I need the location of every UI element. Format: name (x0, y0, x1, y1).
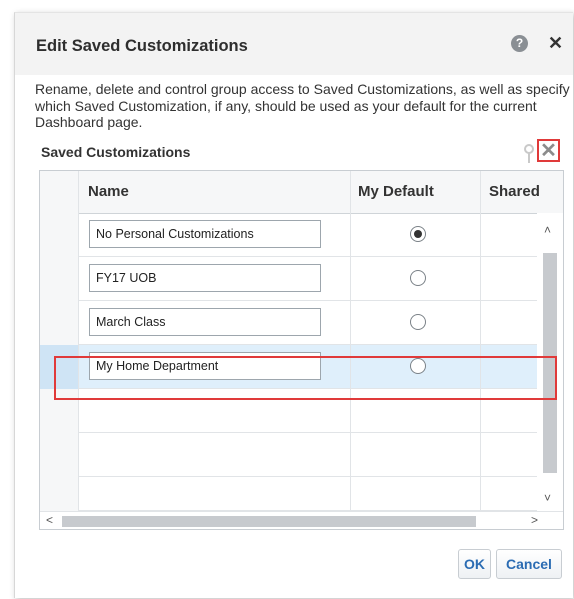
customizations-table: Name My Default Shared No Personal Custo… (39, 170, 564, 530)
dialog-description: Rename, delete and control group access … (35, 81, 570, 130)
column-header-name[interactable]: Name (88, 171, 129, 213)
table-row[interactable]: No Personal Customizations (40, 213, 537, 257)
help-icon[interactable]: ? (511, 35, 528, 52)
my-default-radio[interactable] (410, 314, 426, 330)
my-default-radio[interactable] (410, 270, 426, 286)
cancel-button[interactable]: Cancel (496, 549, 562, 579)
column-header-my-default[interactable]: My Default (358, 171, 434, 213)
my-default-radio[interactable] (410, 226, 426, 242)
close-icon[interactable]: ✕ (548, 33, 563, 53)
edit-saved-customizations-dialog: Edit Saved Customizations ? ✕ Rename, de… (14, 12, 573, 598)
delete-button[interactable]: ✕ (537, 139, 560, 162)
dialog-title: Edit Saved Customizations (36, 37, 248, 55)
scroll-up-icon[interactable]: ˄ (544, 223, 551, 237)
empty-row (40, 477, 537, 511)
name-input[interactable]: No Personal Customizations (89, 220, 321, 248)
row-header[interactable] (40, 301, 78, 345)
name-input[interactable]: March Class (89, 308, 321, 336)
scroll-down-icon[interactable]: ˅ (544, 491, 551, 505)
table-header: Name My Default Shared (40, 171, 563, 214)
pin-icon[interactable] (522, 143, 536, 165)
row-header[interactable] (40, 213, 78, 257)
selected-row-highlight (54, 356, 557, 400)
column-divider (78, 171, 79, 529)
table-row[interactable]: FY17 UOB (40, 257, 537, 301)
ok-button[interactable]: OK (458, 549, 491, 579)
dialog-titlebar: Edit Saved Customizations ? ✕ (15, 13, 573, 75)
scroll-right-icon[interactable]: > (531, 513, 538, 527)
column-header-shared[interactable]: Shared (489, 171, 540, 213)
horizontal-scroll-thumb[interactable] (62, 516, 476, 527)
row-header[interactable] (40, 257, 78, 301)
row-header (40, 433, 78, 477)
delete-icon: ✕ (540, 140, 557, 162)
horizontal-scrollbar[interactable]: < > (40, 511, 563, 529)
empty-row (40, 433, 537, 477)
column-divider (350, 171, 351, 529)
row-header (40, 477, 78, 511)
name-input[interactable]: FY17 UOB (89, 264, 321, 292)
scroll-left-icon[interactable]: < (46, 513, 53, 527)
table-row[interactable]: March Class (40, 301, 537, 345)
section-title: Saved Customizations (41, 144, 191, 160)
column-divider (480, 171, 481, 529)
